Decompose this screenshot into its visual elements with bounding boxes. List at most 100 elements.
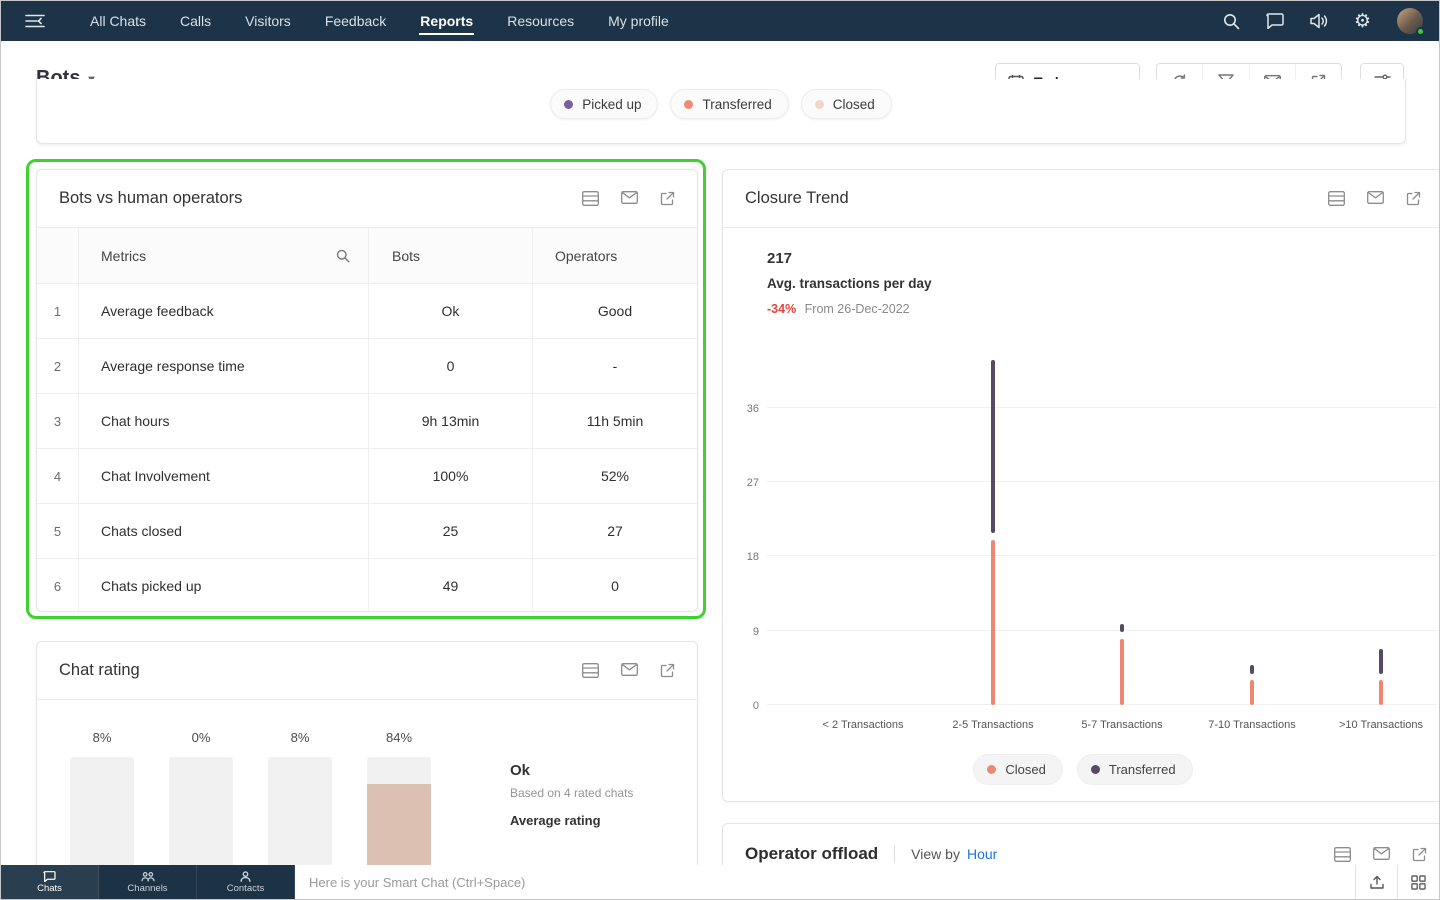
open-external-button[interactable] [1412,847,1427,862]
external-link-icon [660,191,675,206]
y-axis-tick-label: 18 [735,551,759,563]
navbar-actions: ⚙ [1223,8,1439,34]
view-by-hour-link[interactable]: Hour [967,846,997,862]
card-title: Chat rating [59,661,140,680]
table-row: 2 Average response time 0 - [37,338,697,393]
table-view-button[interactable] [1334,847,1351,862]
sound-button[interactable] [1310,13,1328,29]
nav-item-resources[interactable]: Resources [490,1,591,41]
app: All Chats Calls Visitors Feedback Report… [0,0,1440,900]
table-row: 6 Chats picked up 49 0 [37,558,697,613]
expand-tray-button[interactable] [1355,865,1397,899]
legend-label: Closed [833,97,875,112]
table-row: 3 Chat hours 9h 13min 11h 5min [37,393,697,448]
nav-item-my-profile[interactable]: My profile [591,1,686,41]
status-legend-card: Picked up Transferred Closed [36,79,1406,144]
card-title: Operator offload [745,844,878,864]
table-header-row: Metrics Bots Operators [37,228,697,283]
operators-cell: 27 [533,504,697,558]
row-number: 2 [37,339,79,393]
table-row: 4 Chat Involvement 100% 52% [37,448,697,503]
table-view-button[interactable] [582,191,599,206]
metric-cell: Average response time [79,339,369,393]
rating-value: Ok [510,762,633,779]
legend-label: Closed [1005,762,1045,777]
search-button[interactable] [1223,13,1240,30]
row-number: 1 [37,284,79,338]
gridline [767,555,1437,556]
card-title: Closure Trend [745,189,849,208]
bar-transferred [991,360,995,534]
bar-closed [1250,680,1254,705]
bar-closed [991,540,995,705]
search-icon[interactable] [336,249,350,263]
online-status-dot [1416,27,1425,36]
average-rating-label: Average rating [510,813,633,828]
operators-cell: 11h 5min [533,394,697,448]
table-icon [582,663,599,678]
x-category-label: < 2 Transactions [798,719,928,731]
legend-label: Picked up [582,97,641,112]
email-button[interactable] [621,191,638,206]
bots-cell: 49 [369,559,533,613]
table-view-button[interactable] [582,663,599,678]
nav-item-all-chats[interactable]: All Chats [73,1,163,41]
nav-item-feedback[interactable]: Feedback [308,1,403,41]
external-link-icon [1406,191,1421,206]
expand-tray-icon [1369,875,1385,890]
feedback-message-button[interactable] [1266,13,1284,29]
x-category-label: 2-5 Transactions [928,719,1058,731]
closed-dot-icon [987,765,996,774]
footer-tab-contacts[interactable]: Contacts [197,865,295,899]
bar-transferred [1120,624,1124,632]
view-by-label: View by [911,846,960,862]
menu-toggle-button[interactable] [25,14,45,28]
legend-chip-transferred[interactable]: Transferred [1077,754,1193,785]
email-button[interactable] [1367,191,1384,206]
card-actions [1328,191,1421,206]
smart-chat-input[interactable] [295,865,1355,899]
email-button[interactable] [1373,847,1390,862]
nav-item-reports[interactable]: Reports [403,1,490,41]
row-number: 6 [37,559,79,613]
footer-tab-chats[interactable]: Chats [1,865,99,899]
bots-column-header: Bots [369,228,533,283]
open-external-button[interactable] [1406,191,1421,206]
channels-icon [141,871,155,882]
x-category-label: 5-7 Transactions [1057,719,1187,731]
gridline [767,704,1437,705]
operators-column-header: Operators [533,228,697,283]
legend-chip-closed[interactable]: Closed [973,754,1062,785]
row-number: 3 [37,394,79,448]
user-avatar[interactable] [1397,8,1423,34]
operators-cell: 52% [533,449,697,503]
table-view-button[interactable] [1328,191,1345,206]
bots-cell: 9h 13min [369,394,533,448]
closure-trend-stats: 217 Avg. transactions per day -34% From … [767,250,932,316]
gridline [767,407,1437,408]
smart-chat-footer: Chats Channels Contacts [1,865,1439,899]
bots-vs-operators-card: Bots vs human operators Metrics Bots Ope… [36,169,698,612]
closure-trend-plot: 09182736< 2 Transactions2-5 Transactions… [767,358,1437,705]
nav-item-calls[interactable]: Calls [163,1,228,41]
nav-item-visitors[interactable]: Visitors [228,1,308,41]
bots-cell: Ok [369,284,533,338]
divider [894,845,895,863]
card-header: Bots vs human operators [37,170,697,228]
legend-chip-closed[interactable]: Closed [801,89,892,119]
open-external-button[interactable] [660,663,675,678]
bar-transferred [1250,665,1254,673]
legend-chip-picked-up[interactable]: Picked up [550,89,658,119]
gear-icon: ⚙ [1354,12,1371,31]
operators-cell: Good [533,284,697,338]
top-navbar: All Chats Calls Visitors Feedback Report… [1,1,1439,41]
email-button[interactable] [621,663,638,678]
open-external-button[interactable] [660,191,675,206]
legend-chip-transferred[interactable]: Transferred [670,89,788,119]
metric-cell: Average feedback [79,284,369,338]
settings-button[interactable]: ⚙ [1354,12,1371,31]
footer-tab-channels[interactable]: Channels [99,865,197,899]
apps-button[interactable] [1397,865,1439,899]
contacts-icon [240,871,251,882]
x-category-label: >10 Transactions [1316,719,1440,731]
